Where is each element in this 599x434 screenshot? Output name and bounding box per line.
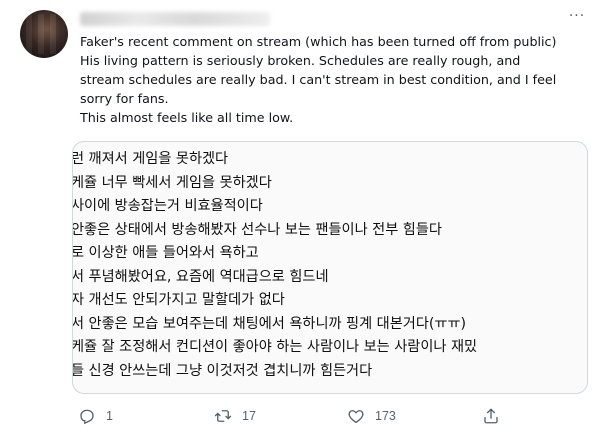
image-text-line: 안좋은 상태에서 방송해봤자 선수나 보는 팬들이나 전부 힘들다 <box>72 222 442 238</box>
attached-image[interactable]: 런 깨져서 게임을 못하겠다 케쥴 너무 빡세서 게임을 못하겠다 사이에 방송… <box>72 141 588 394</box>
retweet-icon <box>214 410 232 422</box>
retweet-count: 17 <box>242 409 256 423</box>
like-count: 173 <box>375 409 396 423</box>
tweet-text-line: His living pattern is seriously broken. … <box>80 53 521 68</box>
image-text-line: 런 깨져서 게임을 못하겠다 <box>72 151 229 167</box>
reply-count: 1 <box>106 409 113 423</box>
image-text-line: 사이에 방송잡는거 비효율적이다 <box>72 198 263 214</box>
tweet-text-line: Faker's recent comment on stream (which … <box>80 34 557 49</box>
image-text-line: 케쥴 너무 빡세서 게임을 못하겠다 <box>72 175 272 191</box>
image-text-line: 자 개선도 안되가지고 말할데가 없다 <box>72 292 285 308</box>
reply-icon <box>80 409 94 425</box>
image-text-line: 서 안좋은 모습 보여주는데 채팅에서 욕하니까 핑계 대본거다(ㅠㅠ) <box>72 316 467 332</box>
tweet-actions: 1 17 173 <box>72 404 586 428</box>
heart-icon <box>348 410 364 424</box>
author-name-redacted[interactable] <box>80 12 270 26</box>
retweet-button[interactable]: 17 <box>214 404 256 428</box>
image-text-line: 케쥴 잘 조정해서 컨디션이 좋아야 하는 사람이나 보는 사람이나 재밌 <box>72 339 478 355</box>
share-icon <box>484 408 498 424</box>
tweet-text: Faker's recent comment on stream (which … <box>80 32 585 127</box>
tweet-text-line: stream schedules are really bad. I can't… <box>80 72 557 87</box>
image-text-line: 서 푸념해봤어요, 요즘에 역대급으로 힘드네 <box>72 269 329 285</box>
share-button[interactable] <box>482 404 500 428</box>
image-text-line: 들 신경 안쓰는데 그냥 이것저것 겹치니까 힘든거다 <box>72 363 373 379</box>
tweet-text-line: sorry for fans. <box>80 91 169 106</box>
more-options-button[interactable]: ··· <box>567 9 587 26</box>
tweet-text-line: This almost feels like all time low. <box>80 110 294 125</box>
avatar[interactable] <box>20 10 68 58</box>
like-button[interactable]: 173 <box>347 404 396 428</box>
image-text-line: 로 이상한 애들 들어와서 욕하고 <box>72 245 259 261</box>
reply-button[interactable]: 1 <box>78 404 113 428</box>
